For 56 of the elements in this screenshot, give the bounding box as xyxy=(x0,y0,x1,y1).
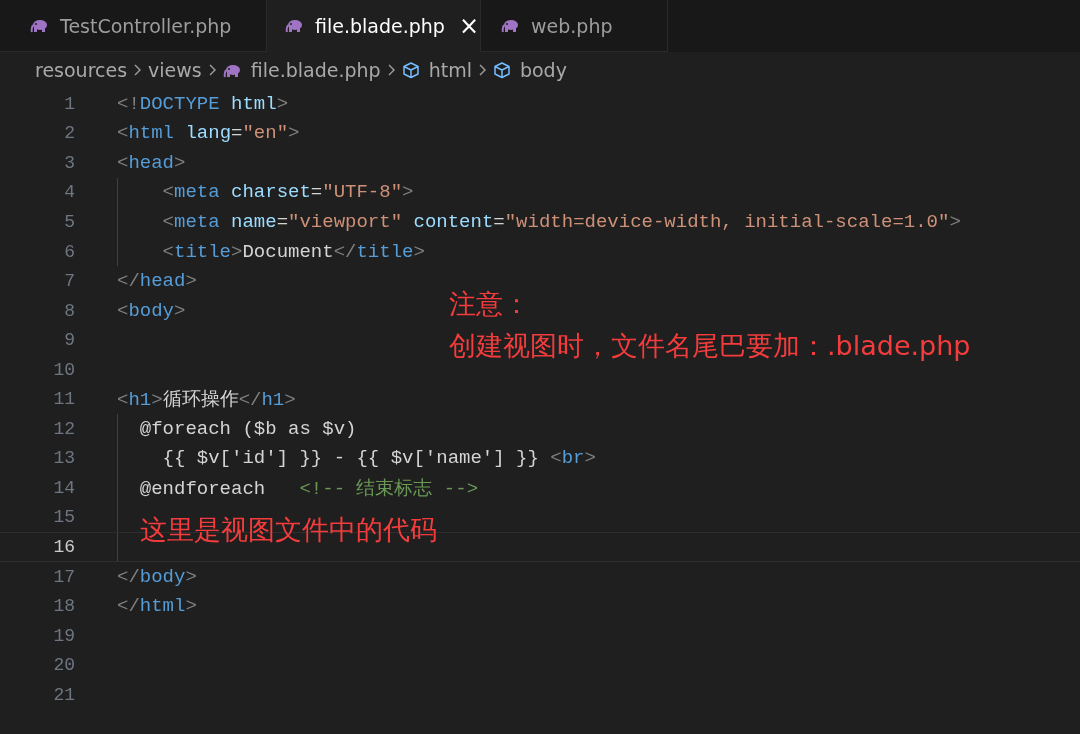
annotation-text: 创建视图时，文件名尾巴要加：.blade.php xyxy=(449,329,971,363)
code-line: <head> xyxy=(117,151,186,174)
elephant-icon xyxy=(285,17,305,34)
chevron-icon xyxy=(386,64,396,76)
editor-tab[interactable]: web.php xyxy=(481,0,668,52)
line-number: 17 xyxy=(52,566,75,587)
breadcrumb-item[interactable]: file.blade.php xyxy=(222,59,381,81)
breadcrumb-item[interactable]: body xyxy=(492,59,567,81)
line-number: 21 xyxy=(52,684,75,705)
annotation-text: 注意： xyxy=(449,287,530,321)
line-number: 7 xyxy=(63,271,75,292)
line-number: 16 xyxy=(52,536,75,557)
code-line: <html lang="en"> xyxy=(117,122,300,145)
code-line: <meta charset="UTF-8"> xyxy=(161,181,414,204)
annotation-text: 这里是视图文件中的代码 xyxy=(140,513,437,547)
line-number: 5 xyxy=(63,211,75,232)
breadcrumb-item[interactable]: html xyxy=(401,59,472,81)
breadcrumb-item[interactable]: resources xyxy=(35,59,128,81)
line-number: 2 xyxy=(63,123,75,144)
editor-tab[interactable]: file.blade.php × xyxy=(267,0,481,52)
line-number: 8 xyxy=(63,300,75,321)
line-number: 15 xyxy=(52,507,75,528)
line-number: 12 xyxy=(52,418,75,439)
code-line: </html> xyxy=(117,595,197,618)
chevron-icon xyxy=(207,64,217,76)
code-line: <!DOCTYPE html> xyxy=(117,92,289,115)
line-number: 6 xyxy=(63,241,75,262)
code-line: <h1>循环操作</h1> xyxy=(117,388,296,413)
cube-icon xyxy=(492,60,512,80)
code-line: <title>Document</title> xyxy=(161,240,425,263)
code-line: @foreach ($b as $v) xyxy=(138,417,357,440)
code-line: </body> xyxy=(117,565,197,588)
code-line: {{ $v['id'] }} - {{ $v['name'] }} <br> xyxy=(161,447,596,470)
line-number: 10 xyxy=(52,359,75,380)
line-number: 4 xyxy=(63,182,75,203)
close-button[interactable]: × xyxy=(454,11,484,40)
elephant-icon xyxy=(501,17,521,34)
line-number: 19 xyxy=(52,625,75,646)
breadcrumb-item[interactable]: views xyxy=(148,59,202,81)
chevron-icon xyxy=(133,64,143,76)
line-number: 14 xyxy=(52,477,75,498)
line-number: 18 xyxy=(52,596,75,617)
code-line: <body> xyxy=(117,299,186,322)
code-line: </head> xyxy=(117,270,197,293)
cube-icon xyxy=(401,60,421,80)
line-number: 9 xyxy=(63,330,75,351)
chevron-icon xyxy=(477,64,487,76)
code-line: @endforeach <!-- 结束标志 --> xyxy=(138,476,479,501)
line-number: 11 xyxy=(52,389,75,410)
line-number: 13 xyxy=(52,448,75,469)
editor-tab[interactable]: TestController.php xyxy=(0,0,267,52)
line-number: 20 xyxy=(52,655,75,676)
code-line: <meta name="viewport" content="width=device-width, initial-scale=1.0"> xyxy=(161,210,961,233)
line-number: 3 xyxy=(63,152,75,173)
line-number: 1 xyxy=(63,93,75,114)
elephant-icon xyxy=(30,17,50,34)
